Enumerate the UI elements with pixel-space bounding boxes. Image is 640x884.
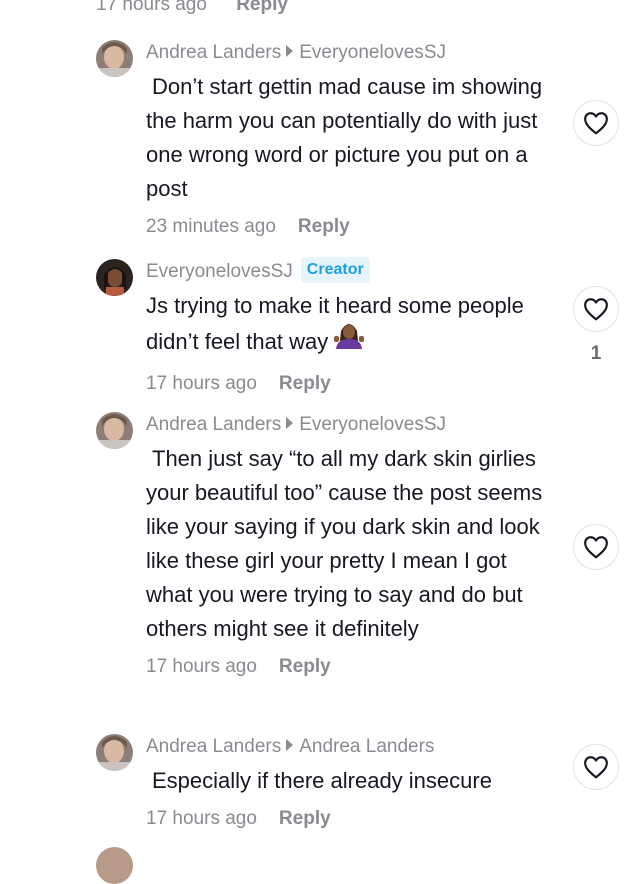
comment-header: Andrea Landers EveryonelovesSJ	[146, 38, 556, 68]
comment-meta: 17 hours ago Reply	[146, 652, 556, 682]
comment-header: EveryonelovesSJ Creator	[146, 256, 556, 287]
comment-header: Andrea Landers Andrea Landers	[146, 732, 556, 762]
comment-time: 17 hours ago	[146, 808, 257, 829]
heart-outline-icon	[584, 536, 608, 559]
comment-text: Don’t start gettin mad cause im showing …	[146, 74, 543, 201]
reply-button[interactable]: Reply	[279, 373, 331, 394]
comment-text: Especially if there already insecure	[152, 768, 492, 793]
like-button[interactable]	[573, 286, 619, 332]
reply-to-name[interactable]: Andrea Landers	[299, 736, 434, 757]
reply-button[interactable]: Reply	[279, 808, 331, 829]
caret-right-icon	[286, 416, 294, 429]
comment-header: Andrea Landers EveryonelovesSJ	[146, 410, 556, 440]
reply-to-name[interactable]: EveryonelovesSJ	[299, 42, 446, 63]
creator-badge: Creator	[300, 256, 370, 283]
person-shrugging-emoji	[334, 319, 365, 359]
author-name[interactable]: Andrea Landers	[146, 414, 281, 435]
heart-outline-icon	[584, 112, 608, 135]
reply-to-name[interactable]: EveryonelovesSJ	[299, 414, 446, 435]
heart-outline-icon	[584, 756, 608, 779]
avatar[interactable]	[96, 847, 133, 884]
comment-time: 17 hours ago	[146, 656, 257, 677]
avatar[interactable]	[96, 40, 133, 77]
author-name[interactable]: EveryonelovesSJ	[146, 261, 293, 282]
comment-time: 23 minutes ago	[146, 216, 276, 237]
avatar[interactable]	[96, 259, 133, 296]
heart-outline-icon	[584, 298, 608, 321]
avatar[interactable]	[96, 734, 133, 771]
like-button[interactable]	[573, 100, 619, 146]
reply-button[interactable]: Reply	[236, 0, 288, 15]
comment-time: 17 hours ago	[146, 373, 257, 394]
comment-meta: 17 hours ago Reply	[146, 369, 556, 399]
avatar[interactable]	[96, 412, 133, 449]
reply-button[interactable]: Reply	[298, 216, 350, 237]
reply-button[interactable]: Reply	[279, 656, 331, 677]
like-button[interactable]	[573, 524, 619, 570]
comment-meta: 17 hours ago Reply	[146, 804, 556, 834]
comment-text: Then just say “to all my dark skin girli…	[146, 446, 543, 641]
previous-comment-meta: 17 hours ago Reply	[96, 0, 288, 16]
caret-right-icon	[286, 44, 294, 57]
comment-meta: 23 minutes ago Reply	[146, 212, 556, 242]
author-name[interactable]: Andrea Landers	[146, 736, 281, 757]
comment-text: Js trying to make it heard some people d…	[146, 289, 556, 363]
caret-right-icon	[286, 738, 294, 751]
comment-time: 17 hours ago	[96, 0, 207, 15]
like-button[interactable]	[573, 744, 619, 790]
like-count: 1	[590, 343, 602, 364]
author-name[interactable]: Andrea Landers	[146, 42, 281, 63]
